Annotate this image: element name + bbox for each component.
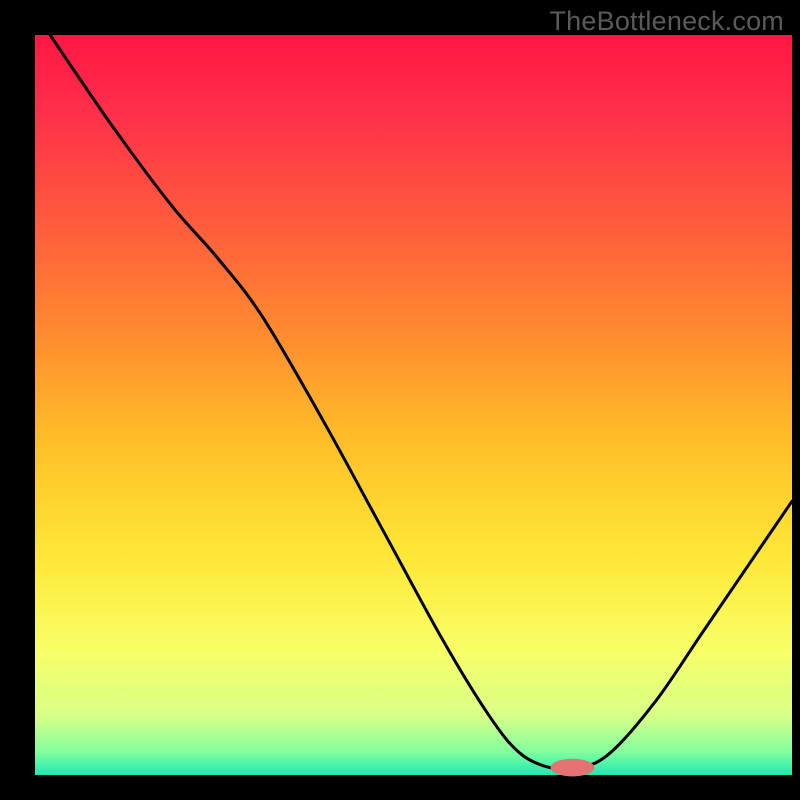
optimal-marker xyxy=(551,759,595,777)
watermark-text: TheBottleneck.com xyxy=(549,6,784,37)
chart-container: TheBottleneck.com xyxy=(0,0,800,800)
bottleneck-chart xyxy=(0,0,800,800)
chart-plot-area xyxy=(35,35,792,775)
